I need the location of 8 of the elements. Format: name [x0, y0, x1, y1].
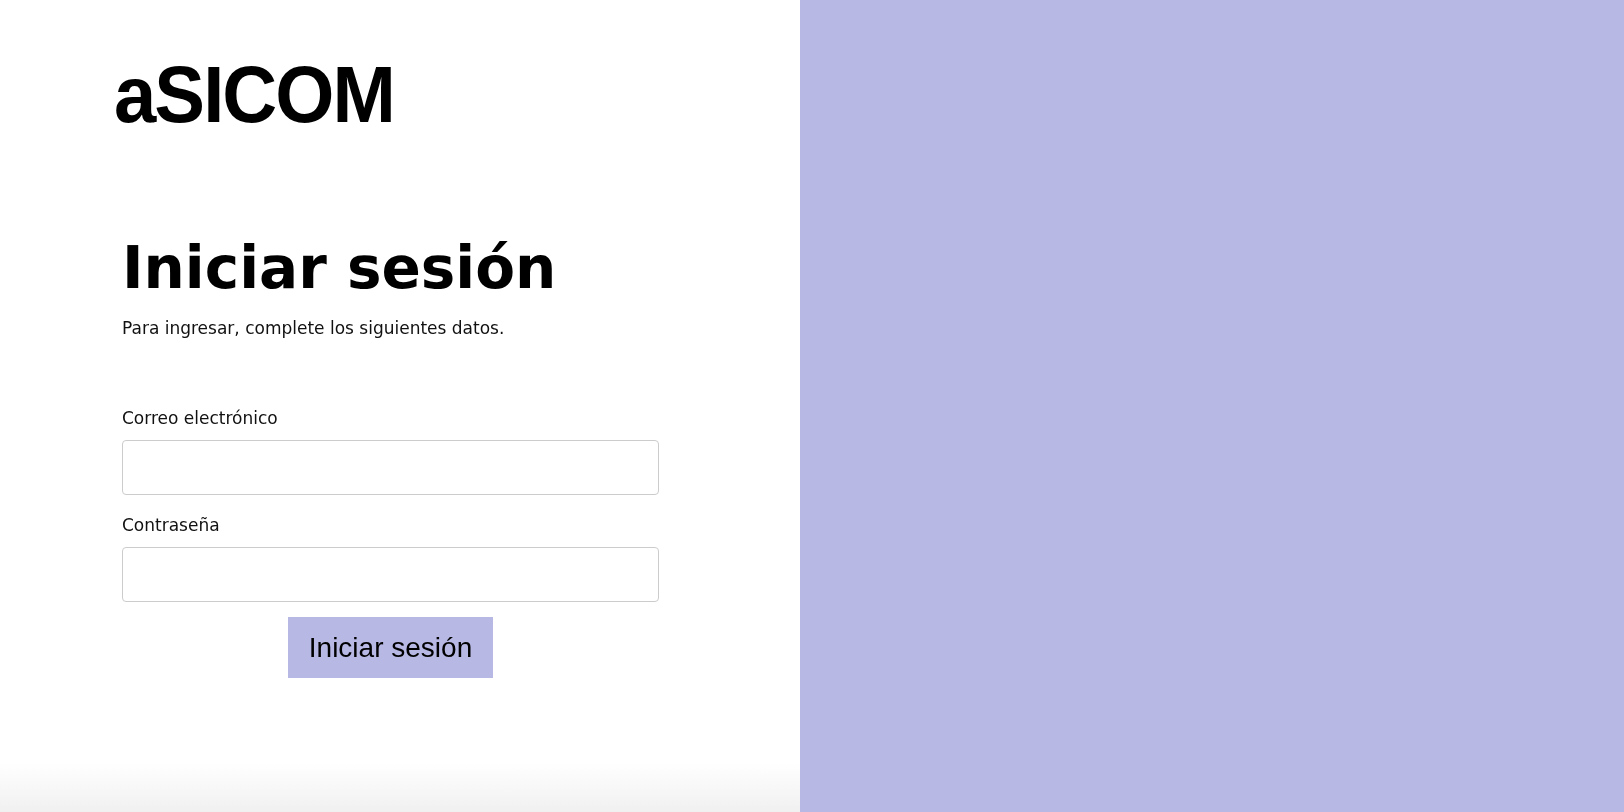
input-field[interactable] [122, 440, 659, 495]
subtitle: Para ingresar, complete los siguientes datos. [122, 318, 506, 338]
logo: aSICOM [114, 60, 394, 130]
login-button[interactable]: Iniciar sesión [288, 617, 493, 678]
page-title: Iniciar sesión [122, 233, 558, 304]
field-label: Contraseña [122, 515, 221, 535]
input-field[interactable] [122, 547, 659, 602]
field-label: Correo electrónico [122, 408, 279, 428]
